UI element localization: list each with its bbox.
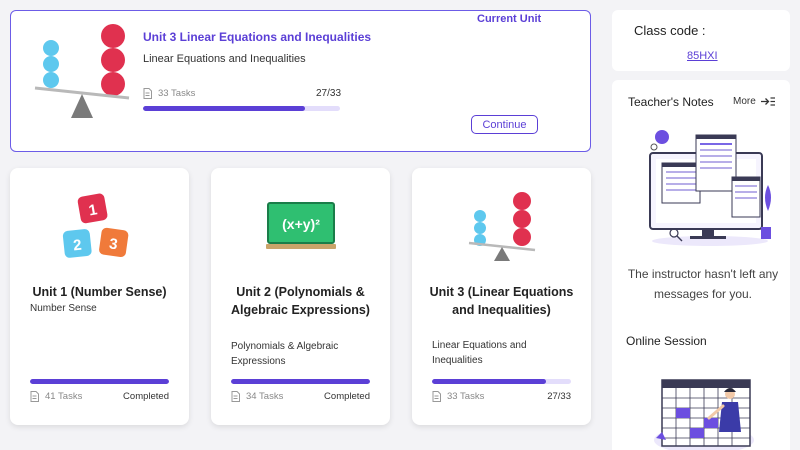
unit-progress-bar: [432, 379, 571, 384]
class-code-link[interactable]: 85HXI: [687, 50, 718, 62]
more-label: More: [733, 96, 756, 107]
current-unit-badge: Current Unit: [477, 13, 542, 25]
unit-task-count: 33 Tasks: [447, 391, 485, 402]
unit-task-count: 41 Tasks: [45, 391, 83, 402]
unit-subtitle: Linear Equations and Inequalities: [432, 340, 527, 366]
online-session-title: Online Session: [626, 334, 707, 348]
current-unit-title[interactable]: Unit 3 Linear Equations and Inequalities: [143, 30, 371, 44]
progress-fill: [432, 379, 546, 384]
unit-subtitle: Polynomials & Algebraic Expressions: [231, 341, 339, 367]
unit-footer: 34 Tasks Completed: [231, 391, 370, 402]
unit-card-3[interactable]: Unit 3 (Linear Equations and Inequalitie…: [412, 168, 591, 425]
formula-board-illustration: (x+y)²: [266, 202, 336, 249]
current-unit-subtitle: Linear Equations and Inequalities: [143, 53, 306, 65]
document-icon: [231, 391, 240, 402]
online-session-illustration: [654, 379, 754, 450]
blue-ball-stack: [43, 40, 59, 88]
unit-title: Unit 2 (Polynomials & Algebraic Expressi…: [231, 285, 370, 317]
unit-title: Unit 3 (Linear Equations and Inequalitie…: [429, 285, 574, 317]
unit-footer: 33 Tasks 27/33: [432, 391, 571, 402]
balance-scale-illustration: [34, 24, 130, 118]
number-dice-illustration: 1 2 3: [62, 193, 129, 258]
more-link[interactable]: More: [733, 96, 775, 107]
current-unit-task-count: 33 Tasks: [158, 88, 196, 99]
continue-button[interactable]: Continue: [471, 115, 538, 134]
dice-number-2: 2: [72, 237, 82, 255]
unit-footer: 41 Tasks Completed: [30, 391, 169, 402]
progress-fill: [143, 106, 305, 111]
current-unit-progress-bar: [143, 106, 340, 111]
unit-task-count: 34 Tasks: [246, 391, 284, 402]
unit-subtitle: Number Sense: [30, 303, 97, 314]
document-icon: [30, 391, 39, 402]
teacher-notes-message: The instructor hasn't left any messages …: [627, 267, 779, 301]
unit-progress-bar: [30, 379, 169, 384]
current-unit-progress-count: 27/33: [316, 88, 342, 99]
unit-card-1[interactable]: 1 2 3 Unit 1 (Number Sense) Number Sense…: [10, 168, 189, 425]
computer-monitor-illustration: [649, 130, 771, 246]
unit-tasks: 34 Tasks: [231, 391, 283, 402]
formula-text: (x+y)²: [282, 216, 320, 232]
unit-card-2[interactable]: (x+y)² Unit 2 (Polynomials & Algebraic E…: [211, 168, 390, 425]
unit-progress-bar: [231, 379, 370, 384]
scale-fulcrum: [71, 94, 93, 118]
progress-fill: [231, 379, 370, 384]
red-ball-stack: [101, 24, 125, 96]
unit-status: Completed: [324, 391, 370, 402]
unit-tasks: 33 Tasks: [432, 391, 484, 402]
unit-tasks: 41 Tasks: [30, 391, 82, 402]
document-icon: [432, 391, 441, 402]
document-icon: [143, 88, 152, 99]
class-code-label: Class code :: [634, 23, 706, 38]
unit-status: 27/33: [547, 391, 571, 402]
unit-status: Completed: [123, 391, 169, 402]
balance-scale-illustration: [468, 192, 536, 261]
current-unit-tasks: 33 Tasks: [143, 88, 195, 99]
progress-fill: [30, 379, 169, 384]
expand-arrow-icon: [760, 97, 775, 106]
teacher-notes-title: Teacher's Notes: [628, 95, 714, 109]
unit-title: Unit 1 (Number Sense): [32, 285, 167, 299]
